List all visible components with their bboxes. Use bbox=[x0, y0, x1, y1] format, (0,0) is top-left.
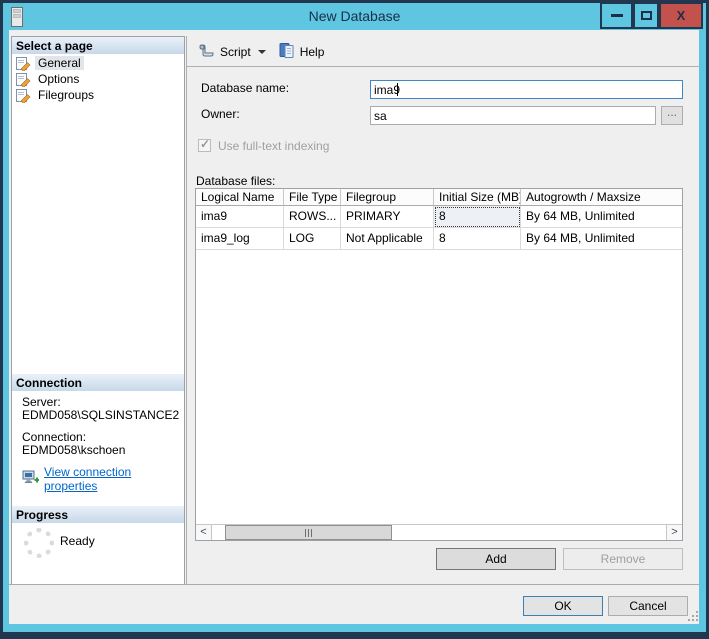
progress-header: Progress bbox=[12, 506, 184, 523]
scrollbar-thumb[interactable] bbox=[225, 525, 392, 540]
progress-status: Ready bbox=[60, 534, 95, 548]
cell-logical-name[interactable]: ima9_log bbox=[196, 228, 284, 250]
cell-autogrowth[interactable]: By 64 MB, Unlimited bbox=[521, 228, 682, 250]
text-caret bbox=[397, 83, 398, 96]
scrollbar-track[interactable] bbox=[212, 525, 666, 540]
close-icon: X bbox=[676, 8, 686, 23]
sidebar-item-options[interactable]: Options bbox=[12, 71, 184, 88]
owner-browse-button[interactable]: ... bbox=[661, 106, 683, 125]
left-panel: Select a page General Options Filegroups… bbox=[11, 36, 185, 585]
column-header-logical-name: Logical Name bbox=[196, 189, 284, 206]
sidebar-item-label: General bbox=[35, 56, 84, 70]
owner-label: Owner: bbox=[201, 107, 240, 121]
monitor-icon bbox=[22, 470, 40, 488]
minimize-button[interactable] bbox=[600, 2, 633, 29]
column-header-initial-size: Initial Size (MB) bbox=[434, 189, 521, 206]
column-header-file-type: File Type bbox=[284, 189, 341, 206]
toolbar-divider bbox=[187, 66, 699, 67]
remove-button: Remove bbox=[563, 548, 683, 570]
close-button[interactable]: X bbox=[659, 2, 703, 29]
connection-label: Connection: bbox=[22, 430, 87, 444]
database-files-grid: Logical Name File Type Filegroup Initial… bbox=[195, 188, 683, 541]
cell-initial-size[interactable]: 8 bbox=[434, 206, 521, 228]
cell-file-type[interactable]: LOG bbox=[284, 228, 341, 250]
file-row: ima9 ROWS... PRIMARY 8 By 64 MB, Unlimit… bbox=[196, 206, 682, 228]
script-label: Script bbox=[220, 44, 251, 59]
connection-value: EDMD058\kschoen bbox=[22, 443, 126, 457]
grip-icon bbox=[304, 528, 313, 537]
resize-grip-icon[interactable] bbox=[686, 609, 699, 622]
cell-initial-size[interactable]: 8 bbox=[434, 228, 521, 250]
select-page-header: Select a page bbox=[12, 37, 184, 54]
titlebar[interactable]: New Database X bbox=[3, 2, 706, 30]
sidebar-item-general[interactable]: General bbox=[12, 55, 184, 72]
sidebar-item-label: Options bbox=[38, 72, 80, 86]
database-files-label: Database files: bbox=[196, 174, 276, 188]
script-button[interactable]: Script bbox=[194, 40, 270, 63]
connection-header: Connection bbox=[12, 374, 184, 391]
column-header-filegroup: Filegroup bbox=[341, 189, 434, 206]
add-button[interactable]: Add bbox=[436, 548, 556, 570]
scroll-right-button[interactable]: > bbox=[666, 525, 682, 540]
script-scroll-icon bbox=[198, 42, 215, 61]
ok-button[interactable]: OK bbox=[523, 596, 603, 616]
chevron-down-icon bbox=[257, 49, 266, 54]
file-row: ima9_log LOG Not Applicable 8 By 64 MB, … bbox=[196, 228, 682, 250]
help-book-icon bbox=[279, 42, 295, 61]
maximize-icon bbox=[640, 11, 652, 20]
page-icon bbox=[15, 72, 31, 88]
owner-input[interactable] bbox=[370, 106, 656, 125]
database-name-label: Database name: bbox=[201, 81, 290, 95]
sidebar-item-filegroups[interactable]: Filegroups bbox=[12, 87, 184, 104]
page-icon bbox=[15, 56, 31, 72]
cell-autogrowth[interactable]: By 64 MB, Unlimited bbox=[521, 206, 682, 228]
cell-file-type[interactable]: ROWS... bbox=[284, 206, 341, 228]
cancel-button[interactable]: Cancel bbox=[608, 596, 688, 616]
fulltext-checkbox: ✓ bbox=[198, 137, 211, 152]
sidebar-item-label: Filegroups bbox=[38, 88, 95, 102]
maximize-button[interactable] bbox=[633, 2, 659, 29]
page-icon bbox=[15, 88, 31, 104]
database-name-input[interactable] bbox=[370, 80, 683, 99]
view-connection-properties-link[interactable]: View connection properties bbox=[44, 465, 184, 493]
server-label: Server: bbox=[22, 395, 61, 409]
server-value: EDMD058\SQLSINSTANCE2 bbox=[22, 408, 180, 422]
horizontal-scrollbar: < > bbox=[196, 524, 682, 540]
footer-divider bbox=[9, 584, 699, 585]
minimize-icon bbox=[610, 14, 623, 17]
cell-logical-name[interactable]: ima9 bbox=[196, 206, 284, 228]
help-label: Help bbox=[299, 44, 325, 59]
page-list: General Options Filegroups bbox=[12, 55, 184, 104]
checkmark-icon: ✓ bbox=[200, 137, 211, 151]
fulltext-label: Use full-text indexing bbox=[218, 139, 330, 153]
grid-header-row: Logical Name File Type Filegroup Initial… bbox=[196, 189, 682, 206]
cell-filegroup[interactable]: Not Applicable bbox=[341, 228, 434, 250]
panel-divider bbox=[186, 36, 187, 585]
toolbar: Script Help bbox=[194, 40, 328, 63]
scroll-left-button[interactable]: < bbox=[196, 525, 212, 540]
help-button[interactable]: Help bbox=[275, 40, 329, 63]
cell-filegroup[interactable]: PRIMARY bbox=[341, 206, 434, 228]
column-header-autogrowth: Autogrowth / Maxsize bbox=[521, 189, 682, 206]
progress-spinner-icon bbox=[24, 528, 54, 558]
